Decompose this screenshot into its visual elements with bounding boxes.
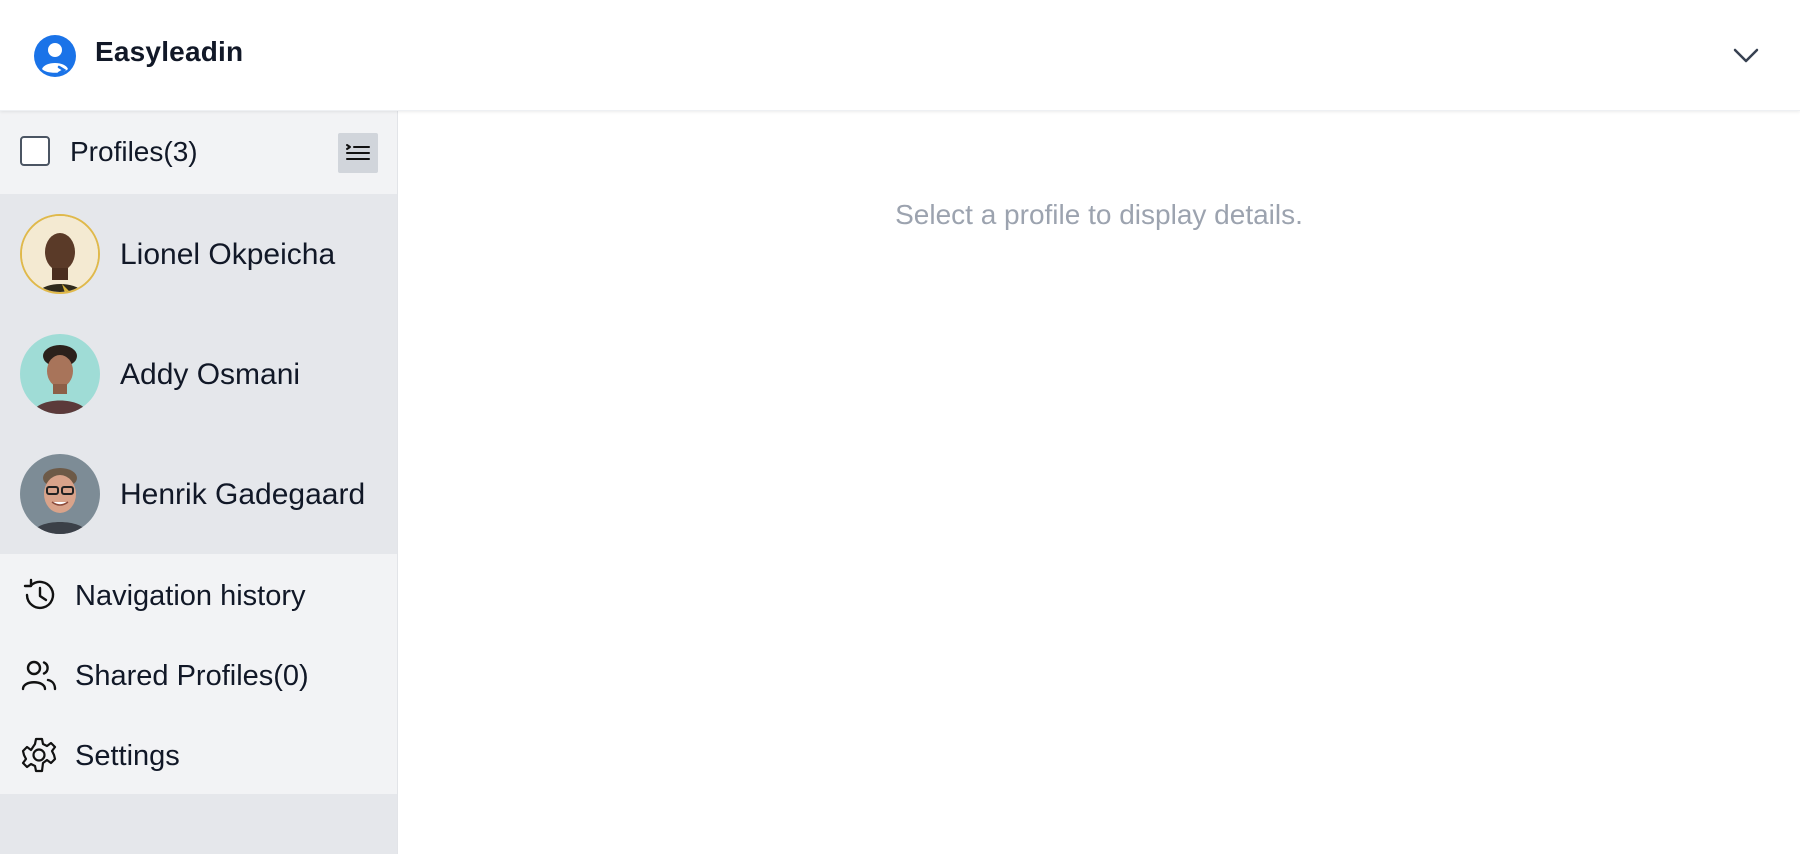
avatar [20,334,100,414]
sidebar-item-shared-profiles[interactable]: Shared Profiles(0) [0,634,397,714]
list-view-toggle-button[interactable] [338,133,378,173]
history-icon [23,578,55,610]
main-panel: Select a profile to display details. [398,111,1800,854]
profile-list: Lionel Okpeicha Addy Osmani Henrik Gadeg… [0,194,397,554]
select-all-checkbox[interactable] [20,136,50,166]
profile-item-henrik-gadegaard[interactable]: Henrik Gadegaard [0,434,397,554]
profile-item-lionel-okpeicha[interactable]: Lionel Okpeicha [0,194,397,314]
avatar [20,214,100,294]
profile-name: Addy Osmani [120,358,301,391]
sidebar-item-label: Settings [75,740,180,772]
sidebar-item-navigation-history[interactable]: Navigation history [0,554,397,634]
sidebar-item-settings[interactable]: Settings [0,714,397,794]
profiles-title: Profiles(3) [70,136,198,167]
gear-icon [21,737,57,773]
profiles-header: Profiles(3) [0,111,397,194]
sidebar-item-label: Navigation history [75,580,306,612]
profile-item-addy-osmani[interactable]: Addy Osmani [0,314,397,434]
profile-name: Henrik Gadegaard [120,478,366,511]
sidebar-item-label: Shared Profiles(0) [75,660,309,692]
app-header: Easyleadin [0,0,1800,111]
avatar [20,454,100,534]
list-icon [346,144,370,160]
sidebar-nav: Navigation history Shared Profiles(0) Se… [0,554,397,794]
user-circle-icon [34,35,76,77]
users-icon [21,660,57,691]
app-name: Easyleadin [95,36,244,67]
chevron-down-icon[interactable] [1732,43,1760,67]
profile-name: Lionel Okpeicha [120,238,336,271]
sidebar: Profiles(3) Lionel Okpeicha Addy Osmani … [0,111,398,854]
empty-state-message: Select a profile to display details. [895,199,1303,230]
